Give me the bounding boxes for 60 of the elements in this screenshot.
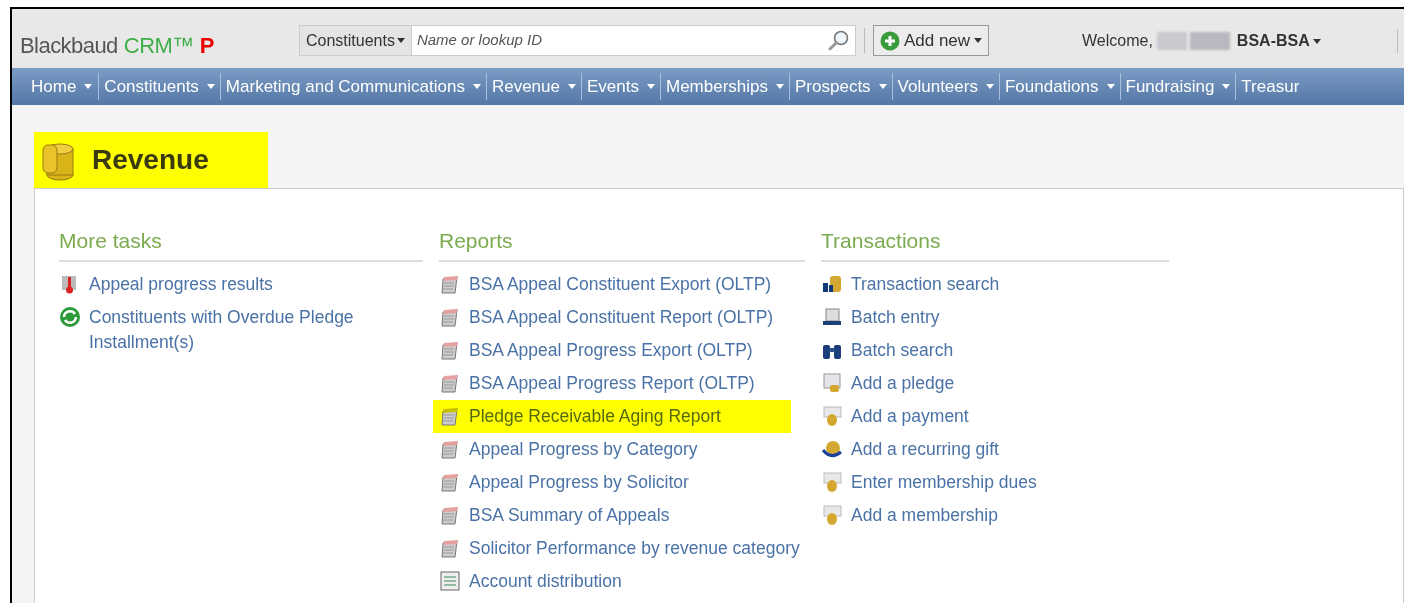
caret-icon xyxy=(568,84,576,89)
task-link[interactable]: Add a pledge xyxy=(851,370,955,396)
nav-menu-item[interactable]: Events xyxy=(582,73,660,100)
task-link[interactable]: Enter membership dues xyxy=(851,469,1037,495)
task-link[interactable]: Batch entry xyxy=(851,304,940,330)
refresh-icon xyxy=(59,305,81,328)
task-link[interactable]: Pledge Receivable Aging Report xyxy=(469,403,721,429)
task-link[interactable]: Constituents with Overdue Pledge Installment(s) xyxy=(89,304,423,355)
search-field[interactable]: Name or lookup ID xyxy=(411,25,856,56)
task-link[interactable]: Add a payment xyxy=(851,403,969,429)
welcome-text: Welcome, xyxy=(1082,31,1153,51)
caret-icon xyxy=(646,84,655,89)
nav-menu-item[interactable]: Foundations xyxy=(999,73,1120,100)
caret-icon xyxy=(985,84,994,89)
task-link[interactable]: BSA Summary of Appeals xyxy=(469,502,670,528)
task-link[interactable]: Appeal Progress by Solicitor xyxy=(469,469,689,495)
task-link[interactable]: Appeal Progress by Category xyxy=(469,436,698,462)
task-link[interactable]: Solicitor Performance by revenue category xyxy=(469,535,800,561)
plus-icon xyxy=(879,30,900,51)
caret-icon xyxy=(974,38,983,43)
task-link[interactable]: BSA Appeal Progress Export (OLTP) xyxy=(469,337,753,363)
nav-menu-item[interactable]: Marketing and Communications xyxy=(220,73,486,100)
nav-menu-item[interactable]: Volunteers xyxy=(892,73,999,100)
task-link[interactable]: Add a recurring gift xyxy=(851,436,999,462)
caret-icon xyxy=(396,38,405,43)
nav-menu-item[interactable]: Constituents xyxy=(99,73,220,100)
caret-icon xyxy=(1106,84,1115,89)
task-link[interactable]: Add a membership xyxy=(851,502,998,528)
task-link[interactable]: Appeal progress results xyxy=(89,271,273,297)
caret-icon xyxy=(1312,38,1321,44)
task-link[interactable]: Account distribution xyxy=(469,568,622,594)
search-icon[interactable] xyxy=(827,29,850,51)
section-heading: Transactions xyxy=(821,225,1169,262)
task-link[interactable]: BSA Appeal Constituent Report (OLTP) xyxy=(469,304,774,330)
caret-icon xyxy=(84,84,93,89)
caret-icon xyxy=(206,84,215,89)
brand-logo: Blackbaud xyxy=(20,32,118,60)
nav-menu-item[interactable]: Prospects xyxy=(790,73,892,100)
task-link[interactable]: BSA Appeal Constituent Export (OLTP) xyxy=(469,271,772,297)
list-icon xyxy=(439,569,461,592)
caret-icon xyxy=(878,84,887,89)
section-heading: Reports xyxy=(439,225,805,262)
caret-icon xyxy=(472,84,481,89)
nav-menu-item[interactable]: Revenue xyxy=(486,73,581,100)
nav-menu-item[interactable]: Fundraising xyxy=(1120,73,1236,100)
add-new-button[interactable]: Add new xyxy=(872,25,990,56)
caret-icon xyxy=(776,84,784,89)
nav-menu-item[interactable]: Memberships xyxy=(660,73,789,100)
task-link[interactable]: Transaction search xyxy=(851,271,1000,297)
product-name: CRM™ xyxy=(123,32,194,60)
user-menu[interactable]: BSA-BSA xyxy=(1236,29,1321,53)
caret-icon xyxy=(1222,84,1231,89)
page-heading: Revenue xyxy=(92,143,209,177)
search-category-dropdown[interactable]: Constituents xyxy=(299,25,412,56)
edition-mark: P xyxy=(199,32,215,60)
task-link[interactable]: BSA Appeal Progress Report (OLTP) xyxy=(469,370,755,396)
task-link[interactable]: Batch search xyxy=(851,337,954,363)
section-heading: More tasks xyxy=(59,225,423,262)
nav-menu-item[interactable]: Home xyxy=(12,73,99,100)
nav-menu-item[interactable]: Treasur xyxy=(1236,73,1305,100)
